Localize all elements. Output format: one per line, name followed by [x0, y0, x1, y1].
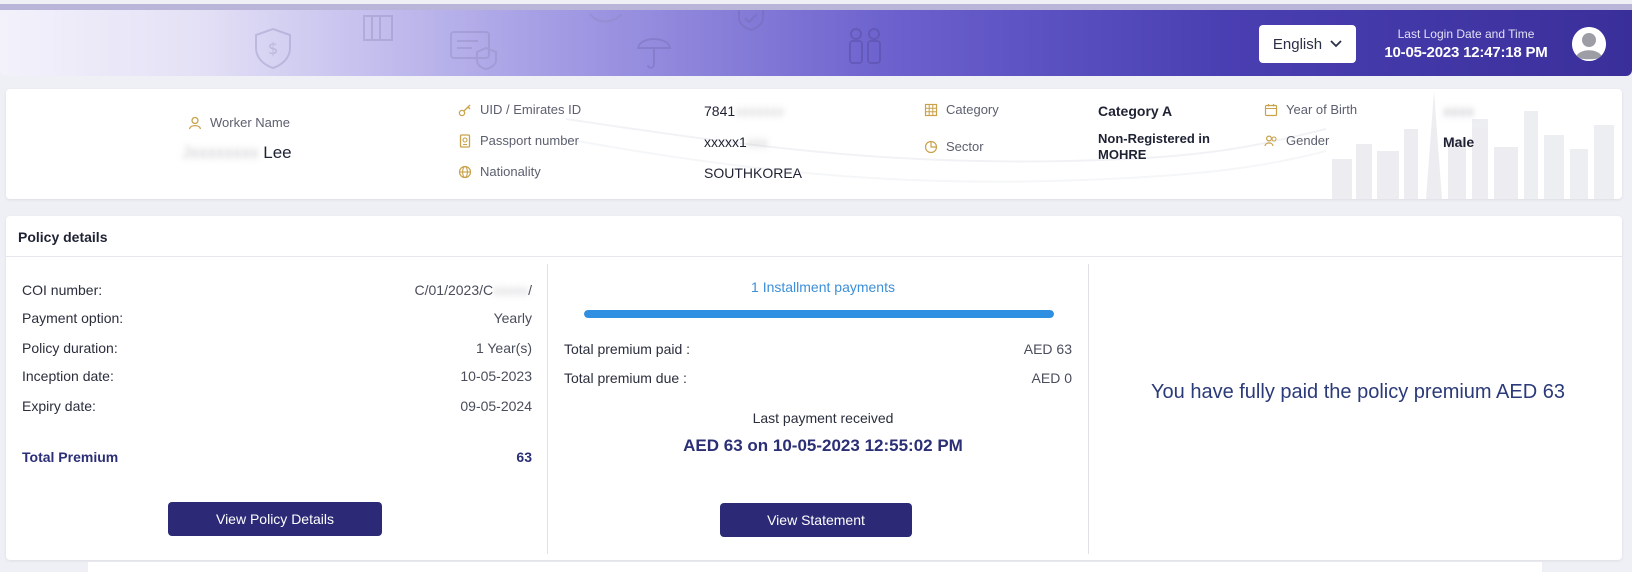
nationality-label: Nationality: [480, 164, 541, 179]
view-policy-details-button[interactable]: View Policy Details: [168, 502, 382, 536]
expiry-date-label: Expiry date:: [22, 398, 96, 414]
coi-number-value: C/01/2023/Cxxxxx/: [414, 282, 533, 298]
sector-value-line1: Non-Registered in: [1098, 131, 1210, 146]
year-of-birth-label-group: Year of Birth: [1264, 102, 1357, 117]
uid-label: UID / Emirates ID: [480, 102, 582, 117]
top-header: $ English Last Login Date and Time 10-05…: [0, 4, 1632, 76]
gender-label-group: Gender: [1264, 133, 1329, 148]
sector-value: Non-Registered in MOHRE: [1098, 131, 1210, 163]
pie-chart-icon: [924, 140, 938, 154]
expiry-date-value: 09-05-2024: [460, 398, 532, 414]
last-login-label: Last Login Date and Time: [1397, 27, 1535, 41]
installment-progress-bar: [584, 310, 1054, 318]
shield-dollar-icon: $: [255, 27, 291, 70]
category-label: Category: [946, 102, 999, 117]
passport-value: xxxxx1xxx: [704, 134, 768, 150]
id-card-shield-icon: [450, 31, 497, 70]
svg-text:$: $: [268, 39, 278, 58]
hand-coin-icon: [589, 13, 623, 23]
passport-label: Passport number: [480, 133, 579, 148]
installments-link[interactable]: 1 Installment payments: [553, 279, 1093, 295]
calendar-icon: [1264, 103, 1278, 117]
coi-number-visible: C/01/2023/C: [414, 282, 494, 298]
nationality-value: SOUTHKOREA: [704, 165, 803, 181]
gender-label: Gender: [1286, 133, 1330, 148]
uid-value: 7841xxxxxxx: [704, 103, 784, 119]
year-of-birth-redacted: xxxx: [1443, 103, 1475, 119]
last-login-info: Last Login Date and Time 10-05-2023 12:4…: [1376, 26, 1556, 64]
last-payment-value: AED 63 on 10-05-2023 12:55:02 PM: [683, 436, 963, 455]
user-icon: [1572, 27, 1606, 61]
category-value: Category A: [1098, 103, 1173, 119]
worker-last-name: Lee: [263, 143, 292, 162]
bottom-card-edge: [88, 562, 1542, 572]
language-selector[interactable]: English: [1259, 25, 1356, 63]
worker-name-label: Worker Name: [210, 115, 290, 130]
installment-progress-fill: [584, 310, 1054, 318]
uid-visible: 7841: [704, 103, 736, 119]
last-login-value: 10-05-2023 12:47:18 PM: [1384, 44, 1548, 61]
sector-label: Sector: [946, 139, 984, 154]
worker-first-name-redacted: Jxxxxxxxx: [182, 143, 259, 162]
nationality-label-group: Nationality: [458, 164, 541, 179]
premium-due-value: AED 0: [1031, 370, 1072, 386]
inception-date-label: Inception date:: [22, 368, 114, 384]
inception-date-value: 10-05-2023: [460, 368, 532, 384]
header-top-strip: [0, 4, 1632, 10]
premium-due-label: Total premium due :: [564, 370, 687, 386]
coi-number-label: COI number:: [22, 282, 103, 298]
family-icon: [849, 28, 881, 64]
passport-icon: [458, 133, 472, 148]
key-icon: [458, 103, 472, 117]
uid-label-group: UID / Emirates ID: [458, 102, 581, 117]
passport-visible: xxxxx1: [704, 134, 747, 150]
user-avatar[interactable]: [1572, 27, 1606, 61]
passport-redacted: xxx: [746, 134, 768, 150]
globe-icon: [458, 165, 472, 179]
person-icon: [188, 116, 202, 130]
premium-paid-value: AED 63: [1023, 341, 1072, 357]
policy-duration-value: 1 Year(s): [475, 340, 532, 356]
worker-name-value: Jxxxxxxxx Lee: [182, 143, 292, 163]
policy-duration-label: Policy duration:: [22, 340, 118, 356]
chevron-down-icon: [1330, 40, 1342, 48]
uid-redacted: xxxxxxx: [735, 103, 785, 119]
grid-icon: [924, 103, 938, 117]
policy-details-card: Policy details COI number: C/01/2023/Cxx…: [6, 216, 1622, 560]
users-icon: [1264, 134, 1278, 148]
shield-check-icon: [738, 10, 764, 32]
policy-details-title: Policy details: [18, 229, 108, 245]
last-payment-label: Last payment received: [752, 410, 894, 426]
premium-paid-label: Total premium paid :: [564, 341, 691, 357]
view-statement-button[interactable]: View Statement: [720, 503, 912, 537]
year-of-birth-label: Year of Birth: [1286, 102, 1358, 117]
policy-header-divider: [6, 256, 1622, 257]
worker-name-label-group: Worker Name: [188, 115, 290, 130]
category-label-group: Category: [924, 102, 999, 117]
worker-info-card: Worker Name Jxxxxxxxx Lee UID / Emirates…: [6, 89, 1622, 199]
sector-label-group: Sector: [924, 139, 984, 154]
column-divider-2: [1088, 264, 1089, 554]
coi-number-redacted: xxxxx: [493, 282, 529, 298]
fully-paid-message: You have fully paid the policy premium A…: [1151, 381, 1565, 403]
payment-option-value: Yearly: [493, 310, 532, 326]
payment-option-label: Payment option:: [22, 310, 124, 326]
total-premium-value: 63: [516, 449, 532, 465]
language-label: English: [1272, 35, 1323, 53]
sector-value-line2: MOHRE: [1098, 147, 1147, 162]
building-icon: [363, 15, 393, 41]
umbrella-icon: [636, 38, 672, 69]
passport-label-group: Passport number: [458, 133, 579, 148]
gender-value: Male: [1443, 134, 1475, 150]
total-premium-label: Total Premium: [22, 449, 119, 465]
column-divider-1: [547, 264, 548, 554]
